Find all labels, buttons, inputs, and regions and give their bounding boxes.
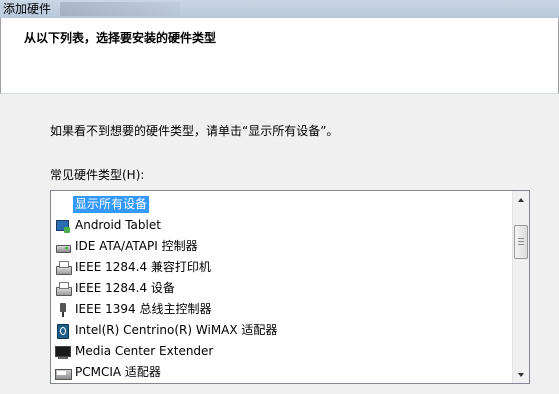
list-item-wimax-adapter[interactable]: Intel(R) Centrino(R) WiMAX 适配器	[55, 320, 511, 341]
printer-icon	[55, 281, 72, 297]
media-center-icon	[55, 344, 71, 360]
title-bar: 添加硬件	[0, 0, 559, 18]
list-item-label: IEEE 1284.4 设备	[75, 281, 175, 295]
disk-controller-icon	[55, 239, 71, 255]
list-item-label: IEEE 1284.4 兼容打印机	[75, 260, 211, 274]
list-item-label: Media Center Extender	[75, 344, 214, 358]
list-item-label: Android Tablet	[75, 218, 161, 232]
arrow-up-icon	[518, 197, 524, 202]
wizard-header: 从以下列表，选择要安装的硬件类型	[0, 18, 559, 94]
scrollbar-thumb[interactable]	[514, 225, 528, 259]
list-item-android-tablet[interactable]: Android Tablet	[55, 215, 511, 236]
list-item-media-center-extender[interactable]: Media Center Extender	[55, 341, 511, 362]
grip-line	[518, 244, 524, 245]
list-item-show-all-devices[interactable]: 显示所有设备	[55, 194, 511, 215]
hardware-type-listbox[interactable]: 显示所有设备 Android Tablet IDE ATA/ATAPI 控制器 …	[50, 190, 530, 384]
scroll-down-button[interactable]	[513, 366, 529, 383]
vertical-scrollbar[interactable]	[512, 191, 529, 383]
grip-line	[518, 238, 524, 239]
arrow-down-icon	[518, 372, 524, 377]
scroll-up-button[interactable]	[513, 191, 529, 208]
list-item-ieee-1284-printer[interactable]: IEEE 1284.4 兼容打印机	[55, 257, 511, 278]
list-item-label: 显示所有设备	[73, 196, 150, 213]
blurred-title-region	[60, 2, 180, 16]
printer-icon	[55, 260, 72, 276]
list-item-label: IDE ATA/ATAPI 控制器	[75, 239, 198, 253]
list-item-label: PCMCIA 适配器	[75, 365, 161, 379]
tablet-icon	[55, 218, 71, 234]
list-item-ieee-1394[interactable]: IEEE 1394 总线主控制器	[55, 299, 511, 320]
instruction-text: 如果看不到想要的硬件类型，请单击“显示所有设备”。	[50, 124, 339, 138]
pcmcia-icon	[55, 365, 72, 381]
window-title: 添加硬件	[3, 2, 52, 16]
grip-line	[518, 241, 524, 242]
page-heading: 从以下列表，选择要安装的硬件类型	[24, 31, 217, 45]
hardware-types-label: 常见硬件类型(H):	[50, 168, 145, 182]
list-item-pcmcia-adapter[interactable]: PCMCIA 适配器	[55, 362, 511, 383]
list-item-label: Intel(R) Centrino(R) WiMAX 适配器	[75, 323, 278, 337]
list-item-ieee-1284-device[interactable]: IEEE 1284.4 设备	[55, 278, 511, 299]
list-item-label: IEEE 1394 总线主控制器	[75, 302, 212, 316]
wimax-adapter-icon	[55, 323, 71, 339]
firewire-icon	[55, 302, 71, 318]
list-item-ide-ata-atapi[interactable]: IDE ATA/ATAPI 控制器	[55, 236, 511, 257]
list-items: 显示所有设备 Android Tablet IDE ATA/ATAPI 控制器 …	[55, 194, 511, 383]
